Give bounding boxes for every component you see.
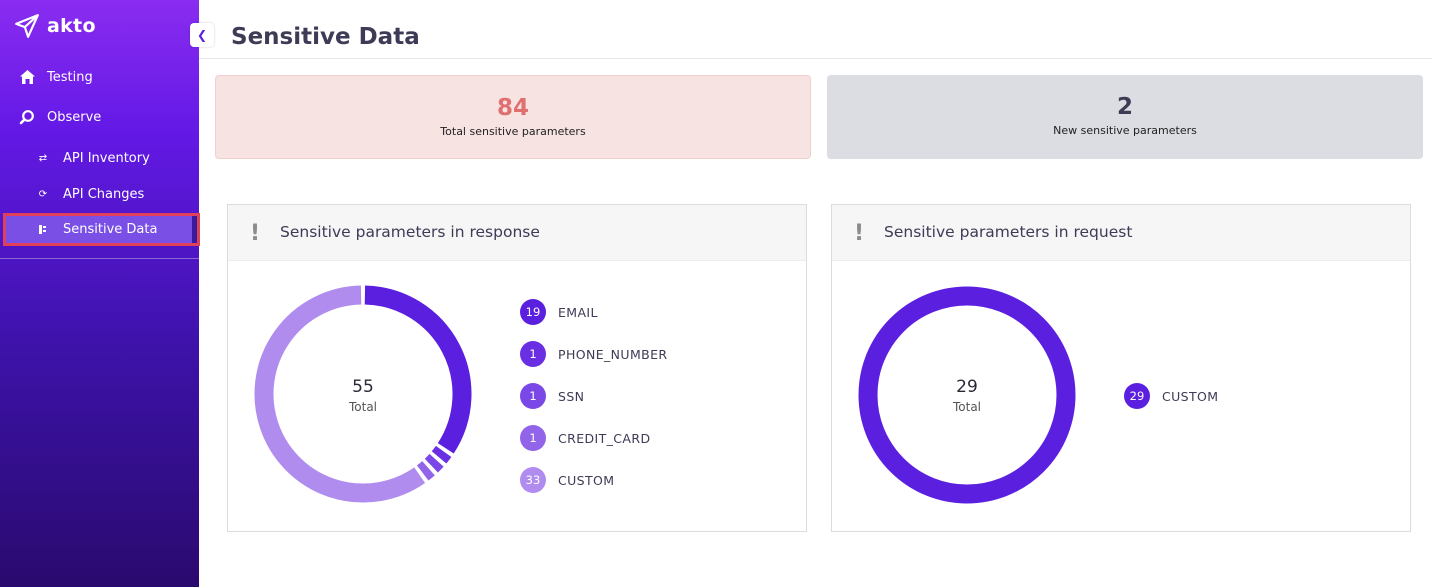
sidebar-item-sensitive-data[interactable]: Sensitive Data xyxy=(3,213,200,246)
sidebar-item-label: Testing xyxy=(47,69,93,85)
page-title: Sensitive Data xyxy=(231,24,420,50)
sidebar-item-label: Observe xyxy=(47,109,102,125)
donut-segment-phone_number[interactable] xyxy=(431,445,452,464)
donut-total-label: Total xyxy=(348,400,378,414)
legend-label: CUSTOM xyxy=(558,472,615,488)
chevron-left-icon: ❮ xyxy=(196,28,208,42)
search-icon xyxy=(18,108,36,126)
request-params-card: ! Sensitive parameters in request 29 Tot… xyxy=(831,204,1411,532)
arrows-icon: ⇄ xyxy=(38,152,48,164)
legend-label: PHONE_NUMBER xyxy=(558,346,668,362)
exclamation-icon: ! xyxy=(250,221,261,246)
stat-label: New sensitive parameters xyxy=(1053,124,1197,137)
collapse-sidebar-button[interactable]: ❮ xyxy=(190,23,214,47)
donut-total-value: 55 xyxy=(352,377,374,397)
paper-plane-icon xyxy=(15,14,39,38)
card-title: Sensitive parameters in response xyxy=(280,223,540,241)
header-divider xyxy=(199,58,1432,59)
legend-label: CUSTOM xyxy=(1162,388,1219,404)
card-header: ! Sensitive parameters in response xyxy=(228,205,806,261)
legend-label: SSN xyxy=(558,388,585,404)
legend-item: 19 EMAIL xyxy=(520,299,598,325)
donut-total-value: 29 xyxy=(956,377,978,397)
sidebar-item-api-changes[interactable]: ⟳ API Changes xyxy=(0,178,199,210)
sidebar-item-api-inventory[interactable]: ⇄ API Inventory xyxy=(0,142,199,174)
legend-count-badge: 1 xyxy=(520,341,546,367)
legend-label: EMAIL xyxy=(558,304,598,320)
legend-item: 1 CREDIT_CARD xyxy=(520,425,651,451)
legend-count-badge: 33 xyxy=(520,467,546,493)
legend-count-badge: 29 xyxy=(1124,383,1150,409)
sidebar: akto Testing Observe ⇄ API Inventory ⟳ A… xyxy=(0,0,200,587)
legend-item: 29 CUSTOM xyxy=(1124,383,1218,409)
legend-item: 33 CUSTOM xyxy=(520,467,614,493)
stat-value: 2 xyxy=(1116,94,1133,120)
home-icon xyxy=(18,68,36,86)
sidebar-item-label: API Changes xyxy=(63,186,145,202)
new-sensitive-stat: 2 New sensitive parameters xyxy=(827,75,1423,159)
data-icon xyxy=(36,223,50,237)
legend-count-badge: 19 xyxy=(520,299,546,325)
donut-segment-ssn[interactable] xyxy=(424,453,444,473)
response-params-card: ! Sensitive parameters in response 55 To… xyxy=(227,204,807,532)
card-header: ! Sensitive parameters in request xyxy=(832,205,1410,261)
sidebar-item-testing[interactable]: Testing xyxy=(0,61,199,93)
donut-center: 55 Total xyxy=(303,377,423,414)
app-name: akto xyxy=(47,15,96,37)
sidebar-item-label: Sensitive Data xyxy=(63,222,158,237)
stat-value: 84 xyxy=(496,95,529,121)
refresh-icon: ⟳ xyxy=(38,188,48,200)
stat-label: Total sensitive parameters xyxy=(440,125,586,138)
donut-segment-credit_card[interactable] xyxy=(416,461,435,481)
sidebar-item-observe[interactable]: Observe xyxy=(0,101,199,133)
legend-count-badge: 1 xyxy=(520,425,546,451)
donut-segment-email[interactable] xyxy=(364,285,472,454)
card-title: Sensitive parameters in request xyxy=(884,223,1133,241)
donut-center: 29 Total xyxy=(907,377,1027,414)
legend-item: 1 PHONE_NUMBER xyxy=(520,341,668,367)
sidebar-divider xyxy=(0,258,199,259)
donut-total-label: Total xyxy=(952,400,982,414)
sidebar-item-label: API Inventory xyxy=(63,150,150,166)
legend-item: 1 SSN xyxy=(520,383,584,409)
legend-label: CREDIT_CARD xyxy=(558,430,651,446)
app-logo[interactable]: akto xyxy=(14,13,96,39)
total-sensitive-stat: 84 Total sensitive parameters xyxy=(215,75,811,159)
exclamation-icon: ! xyxy=(854,221,865,246)
legend-count-badge: 1 xyxy=(520,383,546,409)
